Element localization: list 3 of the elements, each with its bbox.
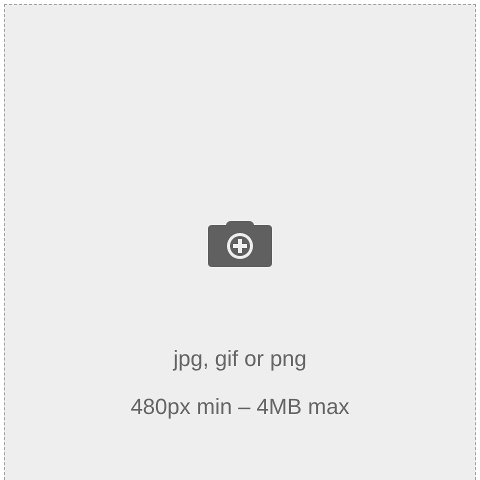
add-photo-icon[interactable]	[208, 221, 272, 267]
format-text: jpg, gif or png	[173, 347, 307, 371]
size-limit-text: 480px min – 4MB max	[130, 395, 350, 419]
